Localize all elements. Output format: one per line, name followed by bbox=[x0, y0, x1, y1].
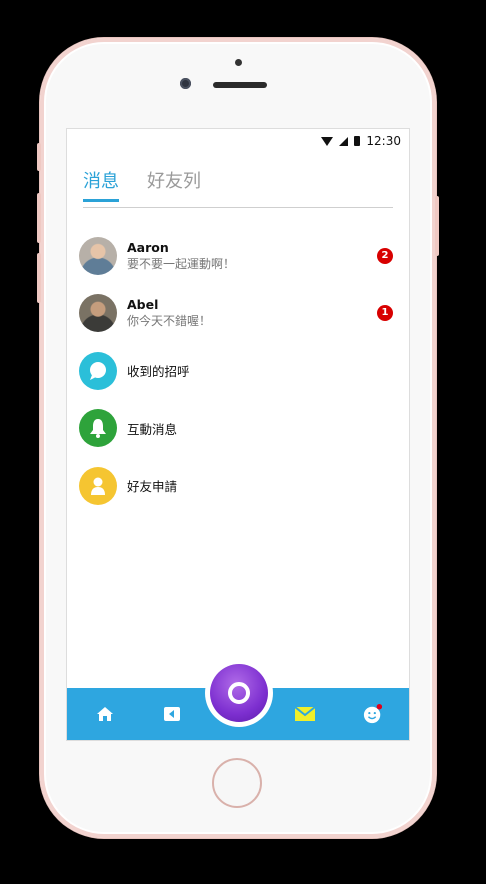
message-item-aaron[interactable]: Aaron 要不要一起運動啊！ 2 bbox=[79, 227, 399, 285]
message-list: Aaron 要不要一起運動啊！ 2 Abel 你今天不錯喔！ 1 收到的招呼 互… bbox=[79, 227, 399, 515]
avatar bbox=[79, 294, 117, 333]
status-bar: 12:30 bbox=[67, 129, 409, 153]
category-greetings[interactable]: 收到的招呼 bbox=[79, 342, 399, 400]
tab-friends-list[interactable]: 好友列 bbox=[147, 167, 201, 202]
front-camera bbox=[180, 78, 191, 89]
status-time: 12:30 bbox=[366, 134, 401, 148]
person-icon bbox=[79, 466, 117, 505]
front-sensor bbox=[235, 59, 242, 66]
signal-icon bbox=[339, 136, 349, 146]
message-preview: 要不要一起運動啊！ bbox=[127, 256, 236, 271]
unread-badge: 1 bbox=[377, 305, 393, 322]
bell-icon bbox=[79, 409, 117, 448]
category-friend-requests[interactable]: 好友申請 bbox=[79, 457, 399, 515]
back-icon[interactable] bbox=[162, 704, 182, 724]
tabs-divider bbox=[83, 207, 393, 208]
volume-up-button bbox=[37, 193, 41, 243]
earpiece-speaker bbox=[213, 82, 267, 88]
message-preview: 你今天不錯喔！ bbox=[127, 314, 212, 329]
mail-icon[interactable] bbox=[295, 704, 315, 724]
center-action-button[interactable] bbox=[210, 664, 268, 722]
mute-switch bbox=[37, 143, 41, 171]
message-item-abel[interactable]: Abel 你今天不錯喔！ 1 bbox=[79, 285, 399, 343]
unread-badge: 2 bbox=[377, 247, 393, 264]
circle-icon bbox=[228, 682, 250, 704]
chat-bubble-icon bbox=[79, 351, 117, 390]
smiley-icon[interactable] bbox=[363, 704, 383, 724]
tab-messages[interactable]: 消息 bbox=[83, 167, 119, 202]
category-label: 好友申請 bbox=[127, 479, 178, 495]
category-interactions[interactable]: 互動消息 bbox=[79, 400, 399, 458]
contact-name: Abel bbox=[127, 297, 159, 313]
category-label: 收到的招呼 bbox=[127, 364, 190, 380]
contact-name: Aaron bbox=[127, 239, 169, 255]
avatar bbox=[79, 236, 117, 275]
wifi-icon bbox=[321, 136, 334, 146]
home-icon[interactable] bbox=[95, 704, 115, 724]
volume-down-button bbox=[37, 253, 41, 303]
battery-icon bbox=[354, 136, 361, 146]
power-button bbox=[435, 196, 439, 256]
app-screen: 12:30 消息 好友列 Aaron 要不要一起運動啊！ 2 Abel 你今天不… bbox=[66, 128, 410, 741]
home-button[interactable] bbox=[212, 758, 262, 808]
tab-bar: 消息 好友列 bbox=[83, 167, 201, 202]
category-label: 互動消息 bbox=[127, 421, 178, 437]
